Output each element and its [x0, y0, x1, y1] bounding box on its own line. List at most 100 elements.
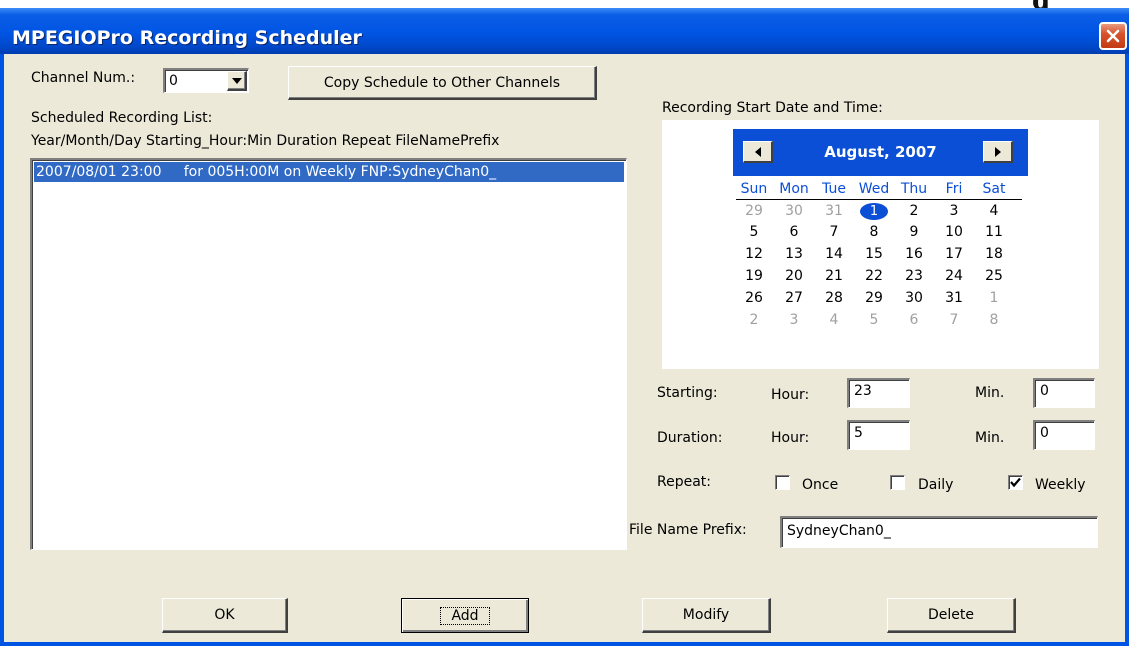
calendar-day[interactable]: 29	[856, 290, 892, 306]
daily-checkbox[interactable]	[890, 475, 905, 490]
calendar-day[interactable]: 24	[936, 268, 972, 284]
calendar-day[interactable]: 2	[736, 312, 772, 328]
chevron-down-icon	[231, 77, 242, 84]
window-frame-left	[0, 54, 4, 646]
duration-min-input[interactable]: 0	[1033, 420, 1095, 450]
calendar-day[interactable]: 16	[896, 246, 932, 262]
calendar-day-number: 31	[945, 290, 963, 306]
schedule-list[interactable]	[30, 158, 627, 550]
calendar-day-number: 23	[905, 268, 923, 284]
calendar-day[interactable]: 22	[856, 268, 892, 284]
list-item[interactable]: 2007/08/01 23:00 for 005H:00M on Weekly …	[34, 162, 624, 182]
weekday-sun: Sun	[740, 181, 768, 197]
calendar-day[interactable]: 18	[976, 246, 1012, 262]
calendar-day[interactable]: 8	[976, 312, 1012, 328]
duration-hour-input[interactable]: 5	[847, 420, 910, 450]
calendar-day-number: 30	[785, 203, 803, 219]
calendar-day[interactable]: 17	[936, 246, 972, 262]
channel-dropdown-button[interactable]	[227, 71, 247, 91]
calendar-day[interactable]: 30	[776, 203, 812, 219]
calendar-day[interactable]: 3	[776, 312, 812, 328]
calendar-day[interactable]: 7	[816, 224, 852, 240]
calendar-day-number: 4	[989, 203, 999, 219]
calendar-day-selected[interactable]: 1	[856, 203, 892, 220]
calendar-day[interactable]: 2	[896, 203, 932, 219]
calendar-day[interactable]: 5	[736, 224, 772, 240]
calendar-day-number: 21	[825, 268, 843, 284]
calendar-day[interactable]: 20	[776, 268, 812, 284]
calendar-day[interactable]: 27	[776, 290, 812, 306]
ok-button[interactable]: OK	[162, 598, 288, 633]
calendar-day[interactable]: 4	[976, 203, 1012, 219]
calendar-day[interactable]: 3	[936, 203, 972, 219]
next-month-button[interactable]	[983, 141, 1013, 163]
modify-button[interactable]: Modify	[642, 598, 771, 633]
once-label[interactable]: Once	[802, 477, 838, 493]
calendar-day[interactable]: 14	[816, 246, 852, 262]
calendar-day[interactable]: 6	[776, 224, 812, 240]
triangle-right-icon	[994, 146, 1001, 157]
weekday-tue: Tue	[822, 181, 846, 197]
channel-select[interactable]: 0	[163, 68, 249, 93]
once-checkbox[interactable]	[775, 475, 790, 490]
calendar-day-number: 24	[945, 268, 963, 284]
calendar-day-number: 8	[869, 224, 879, 240]
calendar-day[interactable]: 23	[896, 268, 932, 284]
calendar-day[interactable]: 28	[816, 290, 852, 306]
channel-label: Channel Num.:	[31, 70, 136, 86]
calendar-day[interactable]: 15	[856, 246, 892, 262]
calendar-day[interactable]: 5	[856, 312, 892, 328]
calendar-day-number: 14	[825, 246, 843, 262]
calendar-day[interactable]: 8	[856, 224, 892, 240]
starting-min-input[interactable]: 0	[1033, 378, 1095, 408]
calendar-day-number: 10	[945, 224, 963, 240]
calendar-day-number: 20	[785, 268, 803, 284]
calendar-day[interactable]: 31	[936, 290, 972, 306]
weekday-fri: Fri	[945, 181, 963, 197]
calendar-day-number: 3	[789, 312, 799, 328]
duration-label: Duration:	[657, 430, 723, 446]
weekly-label[interactable]: Weekly	[1035, 477, 1086, 493]
window-frame-right	[1125, 54, 1129, 646]
window-title: MPEGIOPro Recording Scheduler	[12, 27, 362, 49]
calendar-day[interactable]: 29	[736, 203, 772, 219]
calendar-day[interactable]: 11	[976, 224, 1012, 240]
duration-hour-label: Hour:	[771, 430, 810, 446]
starting-min-label: Min.	[975, 385, 1005, 401]
calendar-day[interactable]: 21	[816, 268, 852, 284]
checkmark-icon	[1010, 477, 1021, 488]
calendar-day-number: 13	[785, 246, 803, 262]
daily-label[interactable]: Daily	[918, 477, 953, 493]
calendar-day[interactable]: 30	[896, 290, 932, 306]
file-prefix-input[interactable]: SydneyChan0_	[780, 516, 1098, 548]
calendar-day-number: 22	[865, 268, 883, 284]
title-bar[interactable]: MPEGIOPro Recording Scheduler	[0, 8, 1129, 54]
calendar-day-number: 27	[785, 290, 803, 306]
calendar-day[interactable]: 19	[736, 268, 772, 284]
delete-button[interactable]: Delete	[887, 598, 1016, 633]
calendar-day-number: 6	[909, 312, 919, 328]
starting-hour-input[interactable]: 23	[847, 378, 910, 408]
calendar-day[interactable]: 9	[896, 224, 932, 240]
close-button[interactable]	[1099, 22, 1127, 50]
calendar-day[interactable]: 25	[976, 268, 1012, 284]
calendar-day[interactable]: 7	[936, 312, 972, 328]
calendar-day-number: 28	[825, 290, 843, 306]
calendar-day-number: 12	[745, 246, 763, 262]
copy-schedule-button[interactable]: Copy Schedule to Other Channels	[288, 66, 597, 100]
calendar-day[interactable]: 1	[976, 290, 1012, 306]
calendar-day-number: 2	[909, 203, 919, 219]
calendar-day[interactable]: 31	[816, 203, 852, 219]
calendar-day[interactable]: 12	[736, 246, 772, 262]
schedule-list-label: Scheduled Recording List:	[31, 110, 213, 126]
calendar-day[interactable]: 10	[936, 224, 972, 240]
calendar-day[interactable]: 26	[736, 290, 772, 306]
window-frame-bottom	[0, 642, 1129, 646]
weekly-checkbox[interactable]	[1008, 475, 1023, 490]
calendar-day[interactable]: 6	[896, 312, 932, 328]
weekday-wed: Wed	[858, 181, 890, 197]
calendar-day[interactable]: 13	[776, 246, 812, 262]
add-button[interactable]: Add	[401, 598, 529, 633]
calendar-day-number: 9	[909, 224, 919, 240]
calendar-day[interactable]: 4	[816, 312, 852, 328]
